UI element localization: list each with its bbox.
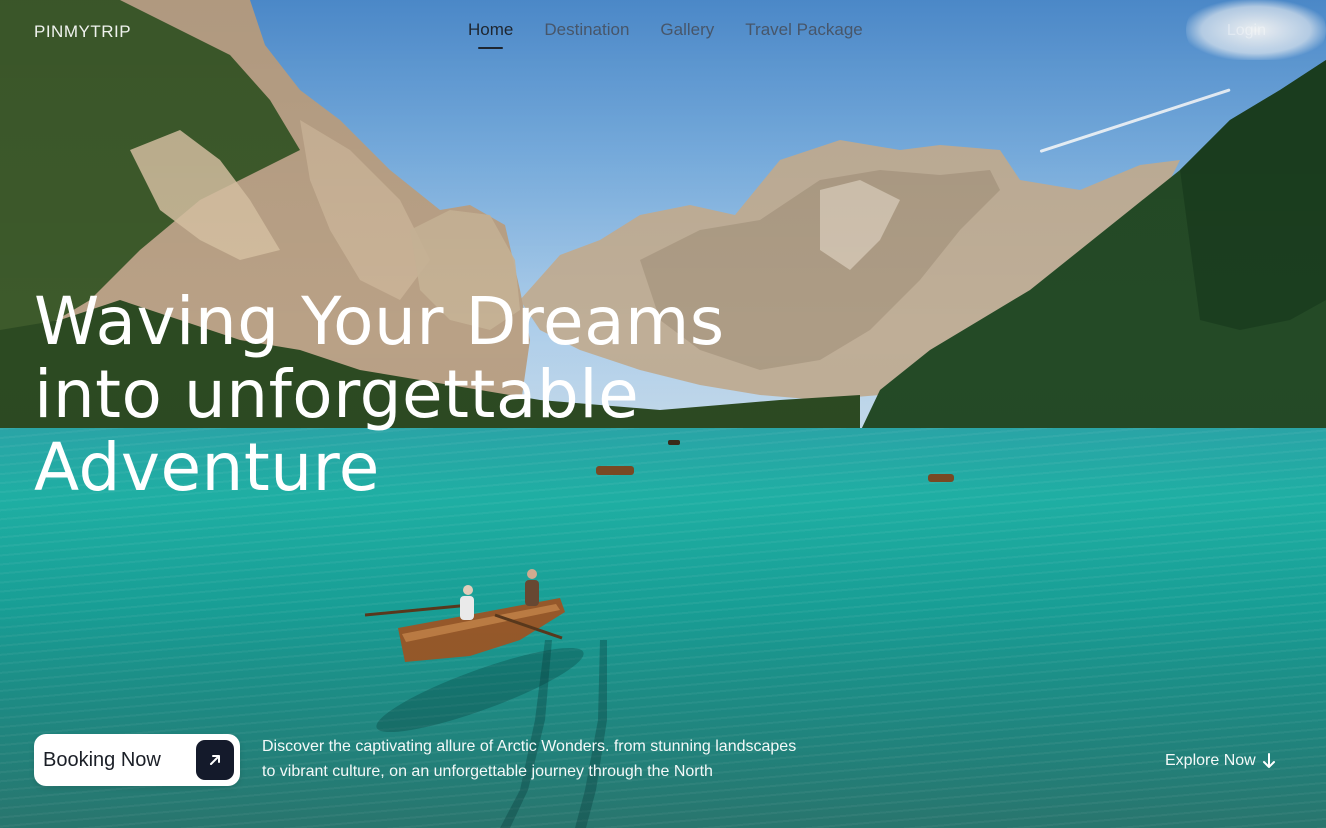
- main-nav: Home Destination Gallery Travel Package: [468, 20, 863, 49]
- explore-now-link[interactable]: Explore Now: [1165, 752, 1276, 770]
- headline-line: into unforgettable: [34, 356, 640, 433]
- nav-item-home[interactable]: Home: [468, 20, 513, 49]
- nav-item-gallery[interactable]: Gallery: [660, 20, 714, 40]
- booking-now-label: Booking Now: [43, 748, 161, 771]
- brand-logo[interactable]: PINMYTRIP: [34, 22, 131, 42]
- headline-line: Adventure: [34, 429, 380, 506]
- description-line: Discover the captivating allure of Arcti…: [262, 738, 797, 755]
- nav-item-destination[interactable]: Destination: [544, 20, 629, 40]
- headline-line: Waving Your Dreams: [34, 283, 725, 360]
- login-link[interactable]: Login: [1227, 22, 1266, 40]
- hero-headline: Waving Your Dreams into unforgettable Ad…: [34, 285, 934, 504]
- hero-description: Discover the captivating allure of Arcti…: [262, 734, 912, 784]
- arrow-down-icon: [1262, 752, 1276, 770]
- explore-now-label: Explore Now: [1165, 752, 1256, 769]
- arrow-up-right-icon: [196, 740, 234, 780]
- nav-item-travel-package[interactable]: Travel Package: [745, 20, 862, 40]
- description-line: to vibrant culture, on an unforgettable …: [262, 763, 713, 780]
- booking-now-button[interactable]: Booking Now: [34, 734, 240, 786]
- hero-section: PINMYTRIP Home Destination Gallery Trave…: [0, 0, 1326, 828]
